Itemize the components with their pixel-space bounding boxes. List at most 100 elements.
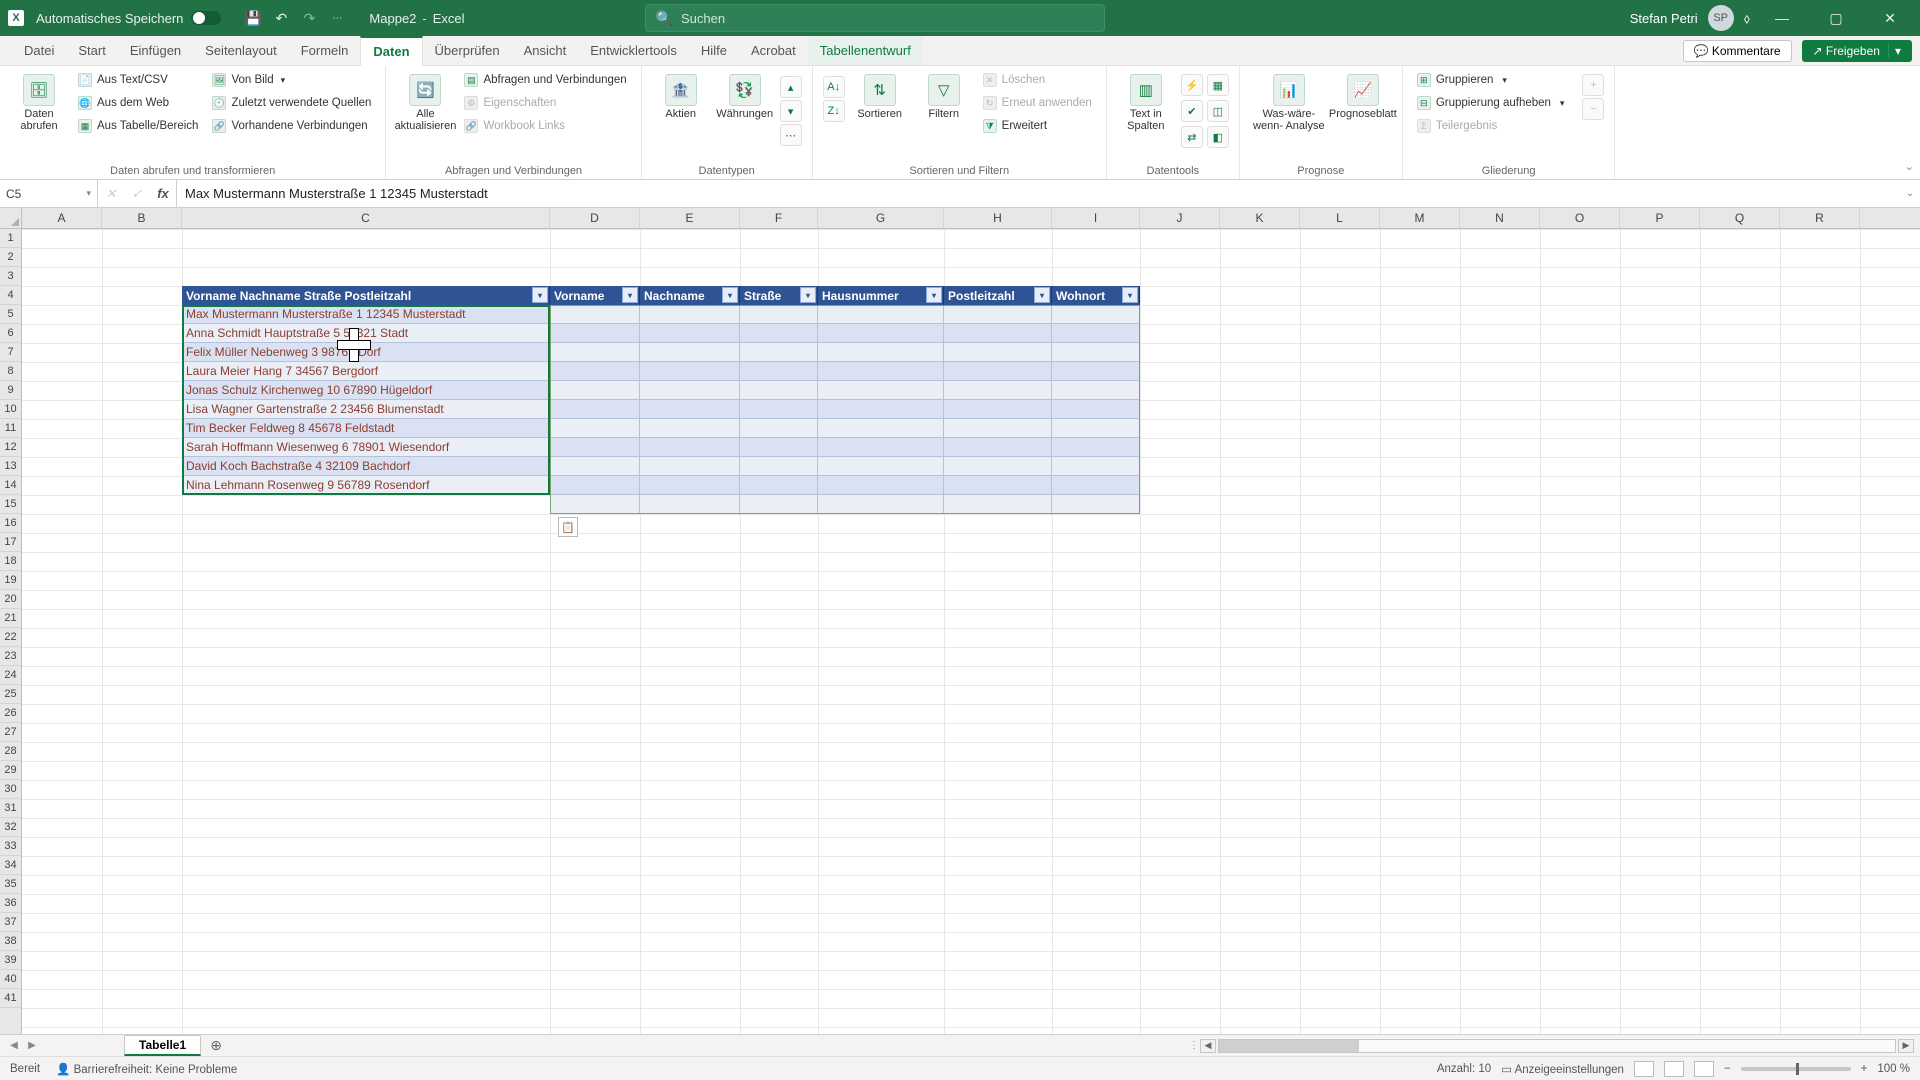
table-cell[interactable]	[818, 457, 944, 476]
select-all-corner[interactable]	[0, 208, 22, 229]
table-cell[interactable]	[818, 419, 944, 438]
table-cell[interactable]	[740, 495, 818, 514]
forecast-button[interactable]: 📈Prognoseblatt	[1334, 70, 1392, 120]
table-cell[interactable]	[740, 381, 818, 400]
row-header[interactable]: 40	[0, 970, 21, 989]
tab-split-icon[interactable]: ⋮	[1188, 1040, 1200, 1051]
relationships-icon[interactable]: ⇄	[1181, 126, 1203, 148]
col-header-P[interactable]: P	[1620, 208, 1700, 228]
zoom-slider[interactable]	[1741, 1067, 1851, 1071]
table-cell[interactable]	[944, 457, 1052, 476]
row-header[interactable]: 20	[0, 590, 21, 609]
table-cell[interactable]	[550, 343, 640, 362]
table-cell[interactable]	[818, 305, 944, 324]
col-header-A[interactable]: A	[22, 208, 102, 228]
row-header[interactable]: 26	[0, 704, 21, 723]
col-header-F[interactable]: F	[740, 208, 818, 228]
row-header[interactable]: 16	[0, 514, 21, 533]
sort-button[interactable]: ⇅Sortieren	[851, 70, 909, 120]
row-header[interactable]: 29	[0, 761, 21, 780]
refresh-all-button[interactable]: 🔄 Alle aktualisieren	[396, 70, 454, 132]
table-cell[interactable]	[550, 419, 640, 438]
col-header-L[interactable]: L	[1300, 208, 1380, 228]
row-header[interactable]: 4	[0, 286, 21, 305]
table-cell[interactable]	[640, 343, 740, 362]
recent-sources-button[interactable]: 🕘Zuletzt verwendete Quellen	[208, 93, 375, 113]
table-cell[interactable]	[740, 400, 818, 419]
table-cell[interactable]	[1052, 457, 1140, 476]
table-cell[interactable]	[1052, 400, 1140, 419]
table-cell[interactable]	[740, 457, 818, 476]
filter-dropdown-icon[interactable]: ▾	[1034, 287, 1050, 303]
filter-dropdown-icon[interactable]: ▾	[722, 287, 738, 303]
cancel-formula-icon[interactable]: ✕	[98, 186, 124, 202]
table-cell[interactable]	[740, 476, 818, 495]
table-cell[interactable]	[818, 400, 944, 419]
ribbon-tab-acrobat[interactable]: Acrobat	[739, 36, 808, 65]
row-header[interactable]: 3	[0, 267, 21, 286]
currency-button[interactable]: 💱Währungen	[716, 70, 774, 120]
flash-fill-icon[interactable]: ⚡	[1181, 74, 1203, 96]
row-header[interactable]: 33	[0, 837, 21, 856]
scroll-right-icon[interactable]: ▶	[1898, 1039, 1914, 1053]
undo-icon[interactable]: ↶	[269, 6, 293, 30]
qa-customize-icon[interactable]: ⋯	[325, 6, 349, 30]
table-cell[interactable]	[640, 324, 740, 343]
hide-detail-icon[interactable]: −	[1582, 98, 1604, 120]
col-header-Q[interactable]: Q	[1700, 208, 1780, 228]
search-input[interactable]	[681, 11, 1094, 26]
avatar[interactable]: SP	[1708, 5, 1734, 31]
row-header[interactable]: 6	[0, 324, 21, 343]
table-cell[interactable]	[944, 438, 1052, 457]
page-break-view-icon[interactable]	[1694, 1061, 1714, 1077]
row-header[interactable]: 5	[0, 305, 21, 324]
stocks-button[interactable]: 🏦Aktien	[652, 70, 710, 120]
row-header[interactable]: 39	[0, 951, 21, 970]
table-cell[interactable]: Lisa Wagner Gartenstraße 2 23456 Blumens…	[182, 400, 550, 419]
table-cell[interactable]	[740, 324, 818, 343]
ungroup-button[interactable]: ⊟Gruppierung aufheben▾	[1413, 93, 1569, 113]
get-data-button[interactable]: 🗄 Daten abrufen	[10, 70, 68, 132]
from-text-csv-button[interactable]: 📄Aus Text/CSV	[74, 70, 202, 90]
table-cell[interactable]: Anna Schmidt Hauptstraße 5 54321 Stadt	[182, 324, 550, 343]
row-header[interactable]: 13	[0, 457, 21, 476]
row-header[interactable]: 14	[0, 476, 21, 495]
remove-duplicates-icon[interactable]: ▦	[1207, 74, 1229, 96]
filter-dropdown-icon[interactable]: ▾	[926, 287, 942, 303]
row-header[interactable]: 11	[0, 419, 21, 438]
zoom-in-icon[interactable]: +	[1861, 1063, 1868, 1075]
table-cell[interactable]	[944, 305, 1052, 324]
ribbon-tab-ansicht[interactable]: Ansicht	[512, 36, 579, 65]
advanced-filter-button[interactable]: ⧩Erweitert	[979, 116, 1096, 136]
row-header[interactable]: 28	[0, 742, 21, 761]
gallery-down-icon[interactable]: ▾	[780, 100, 802, 122]
row-header[interactable]: 27	[0, 723, 21, 742]
table-cell[interactable]	[1052, 419, 1140, 438]
from-picture-button[interactable]: 🖼Von Bild▾	[208, 70, 375, 90]
table-cell[interactable]	[640, 400, 740, 419]
ribbon-tab-entwicklertools[interactable]: Entwicklertools	[578, 36, 689, 65]
col-header-G[interactable]: G	[818, 208, 944, 228]
table-cell[interactable]	[944, 343, 1052, 362]
table-cell[interactable]	[550, 457, 640, 476]
filter-dropdown-icon[interactable]: ▾	[800, 287, 816, 303]
table-cell[interactable]	[1052, 343, 1140, 362]
col-header-R[interactable]: R	[1780, 208, 1860, 228]
save-icon[interactable]: 💾	[241, 6, 265, 30]
table-cell[interactable]	[640, 476, 740, 495]
table-cell[interactable]	[740, 438, 818, 457]
horizontal-scrollbar[interactable]: ◀ ▶	[1200, 1039, 1920, 1053]
row-header[interactable]: 10	[0, 400, 21, 419]
row-header[interactable]: 21	[0, 609, 21, 628]
table-cell[interactable]	[550, 324, 640, 343]
col-header-H[interactable]: H	[944, 208, 1052, 228]
row-header[interactable]: 32	[0, 818, 21, 837]
row-header[interactable]: 38	[0, 932, 21, 951]
share-button[interactable]: ↗ Freigeben▾	[1802, 40, 1912, 62]
row-header[interactable]: 34	[0, 856, 21, 875]
table-cell[interactable]	[640, 495, 740, 514]
column-headers[interactable]: ABCDEFGHIJKLMNOPQR	[22, 208, 1920, 229]
table-cell[interactable]	[944, 419, 1052, 438]
row-header[interactable]: 23	[0, 647, 21, 666]
table-cell[interactable]	[640, 419, 740, 438]
